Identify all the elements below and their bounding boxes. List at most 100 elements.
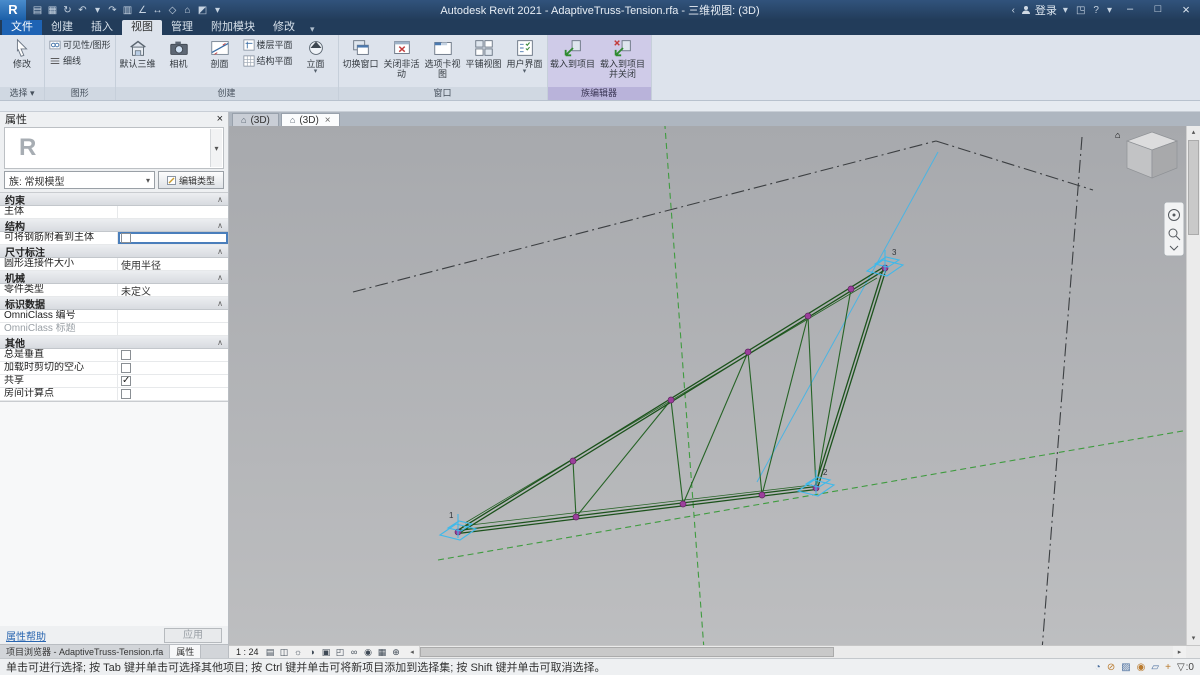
show-crop-region-icon[interactable]: ◰ (334, 647, 347, 658)
property-value[interactable] (118, 323, 228, 335)
aligned-dimension-icon[interactable]: ↔ (150, 5, 165, 16)
default-3d-button[interactable]: 默认三维 (118, 37, 158, 69)
panel-label-windows[interactable]: 窗口 (338, 87, 547, 100)
property-value[interactable]: 使用半径 (118, 258, 228, 271)
vertical-scroll-thumb[interactable] (1188, 140, 1199, 235)
properties-close-icon[interactable]: × (217, 113, 223, 125)
apply-button[interactable]: 应用 (164, 627, 222, 643)
load-into-project-button[interactable]: 载入到项目 (550, 37, 596, 69)
shadows-icon[interactable]: ◑ (306, 647, 319, 657)
horizontal-scrollbar[interactable]: ◂ ▸ (406, 646, 1186, 658)
collapse-chevron-icon[interactable]: ∧ (217, 195, 223, 204)
tab-properties[interactable]: 属性 (170, 645, 202, 658)
worksharing-icon[interactable]: ◔ (1095, 662, 1101, 673)
undo-icon[interactable]: ↶ (75, 5, 90, 16)
help-dropdown-icon[interactable]: ▾ (1105, 5, 1114, 16)
room-calc-checkbox[interactable] (121, 389, 131, 399)
sun-path-icon[interactable]: ☼ (292, 647, 305, 657)
shared-checkbox[interactable] (121, 375, 131, 386)
temporary-view-properties-icon[interactable]: ▦ (376, 647, 389, 658)
property-value[interactable] (118, 310, 228, 322)
view-tab-3d-active[interactable]: ⌂ (3D) × (280, 113, 340, 126)
navigation-bar[interactable] (1163, 201, 1185, 257)
group-dimensions[interactable]: 尺寸标注 ∧ (0, 245, 228, 259)
back-icon[interactable]: ‹ (1010, 5, 1017, 16)
print-icon[interactable]: ▥ (120, 5, 135, 16)
group-other[interactable]: 其他 ∧ (0, 336, 228, 350)
user-interface-button[interactable]: 用户界面 ▾ (505, 37, 545, 75)
scroll-left-icon[interactable]: ◂ (406, 648, 419, 656)
property-value[interactable] (118, 349, 228, 361)
section-button[interactable]: 剖面 (200, 37, 240, 69)
default-3d-view-icon[interactable]: ⌂ (180, 5, 195, 16)
property-value[interactable] (118, 232, 228, 244)
tile-views-button[interactable]: 平铺视图 (464, 37, 504, 69)
panel-label-graphics[interactable]: 图形 (45, 87, 115, 100)
detail-level-icon[interactable]: ▤ (264, 647, 277, 658)
group-mechanical[interactable]: 机械 ∧ (0, 271, 228, 285)
panel-label-create[interactable]: 创建 (115, 87, 338, 100)
structure-plan-button[interactable]: 结构平面 (241, 53, 295, 68)
select-underlay-elements-icon[interactable]: ▨ (1121, 662, 1130, 673)
tab-views-button[interactable]: 选项卡视图 (423, 37, 463, 79)
tab-file[interactable]: 文件 (2, 20, 42, 35)
scroll-right-icon[interactable]: ▸ (1173, 648, 1186, 656)
undo-dropdown-icon[interactable]: ▾ (90, 5, 105, 16)
tab-view[interactable]: 视图 (122, 20, 162, 35)
temporary-hide-isolate-icon[interactable]: ∞ (348, 647, 361, 657)
tab-insert[interactable]: 插入 (82, 20, 122, 35)
select-links-icon[interactable]: ⊘ (1107, 662, 1115, 673)
family-preview[interactable]: R ▾ (4, 127, 224, 169)
collapse-chevron-icon[interactable]: ∧ (217, 247, 223, 256)
show-constraints-icon[interactable]: ⊕ (390, 647, 403, 658)
load-into-project-and-close-button[interactable]: 载入到项目并关闭 (597, 37, 649, 79)
view-cube[interactable] (1125, 131, 1179, 179)
properties-help-link[interactable]: 属性帮助 (6, 628, 46, 643)
sync-icon[interactable]: ↻ (60, 5, 75, 16)
customize-qat-dropdown-icon[interactable]: ▾ (210, 5, 225, 16)
cut-voids-checkbox[interactable] (121, 363, 131, 373)
panel-label-select[interactable]: 选择 ▾ (0, 87, 44, 100)
panel-label-family-editor[interactable]: 族编辑器 (547, 87, 651, 100)
switch-windows-button[interactable]: 切换窗口 (341, 37, 381, 69)
always-vertical-checkbox[interactable] (121, 350, 131, 360)
tab-addins[interactable]: 附加模块 (202, 20, 264, 35)
user-interface-dropdown-icon[interactable]: ▾ (523, 68, 527, 75)
visual-style-icon[interactable]: ◫ (278, 647, 291, 658)
help-icon[interactable]: ? (1091, 5, 1101, 16)
rebar-checkbox[interactable] (121, 233, 131, 243)
property-value[interactable]: 未定义 (118, 284, 228, 297)
scroll-down-icon[interactable]: ▾ (1187, 632, 1200, 645)
collapse-chevron-icon[interactable]: ∧ (217, 273, 223, 282)
minimize-button[interactable]: – (1118, 1, 1142, 19)
maximize-button[interactable]: □ (1146, 1, 1170, 19)
type-selector-dropdown-icon[interactable]: ▾ (146, 176, 150, 185)
group-identity-data[interactable]: 标识数据 ∧ (0, 297, 228, 311)
camera-button[interactable]: 相机 (159, 37, 199, 69)
collapse-chevron-icon[interactable]: ∧ (217, 299, 223, 308)
scroll-up-icon[interactable]: ▴ (1187, 126, 1200, 139)
drawing-area[interactable]: 1 2 3 ⌂ ▴ ▾ (229, 126, 1200, 645)
select-elements-by-face-icon[interactable]: ▱ (1151, 662, 1159, 673)
property-value[interactable] (118, 206, 228, 218)
save-icon[interactable]: ▦ (45, 5, 60, 16)
property-value[interactable] (118, 362, 228, 374)
select-pinned-elements-icon[interactable]: ◉ (1137, 662, 1146, 673)
app-store-icon[interactable]: ◳ (1074, 5, 1087, 16)
view-scale-button[interactable]: 1 : 24 (232, 647, 263, 657)
reveal-hidden-elements-icon[interactable]: ◉ (362, 647, 375, 658)
view-tab-3d-inactive[interactable]: ⌂ (3D) (232, 113, 279, 126)
ribbon-display-toggle-icon[interactable]: ▾ (310, 24, 315, 35)
tab-manage[interactable]: 管理 (162, 20, 202, 35)
preview-dropdown-icon[interactable]: ▾ (210, 129, 222, 167)
viewport-background[interactable] (229, 126, 1200, 645)
section-icon[interactable]: ◩ (195, 5, 210, 16)
tab-create[interactable]: 创建 (42, 20, 82, 35)
collapse-chevron-icon[interactable]: ∧ (217, 338, 223, 347)
close-button[interactable]: × (1174, 1, 1198, 19)
open-icon[interactable]: ▤ (30, 5, 45, 16)
vertical-scrollbar[interactable]: ▴ ▾ (1186, 126, 1200, 645)
type-selector[interactable]: 族: 常规模型 ▾ (4, 171, 155, 189)
property-value[interactable] (118, 388, 228, 400)
selection-filter-button[interactable]: ▽ :0 (1177, 662, 1194, 673)
